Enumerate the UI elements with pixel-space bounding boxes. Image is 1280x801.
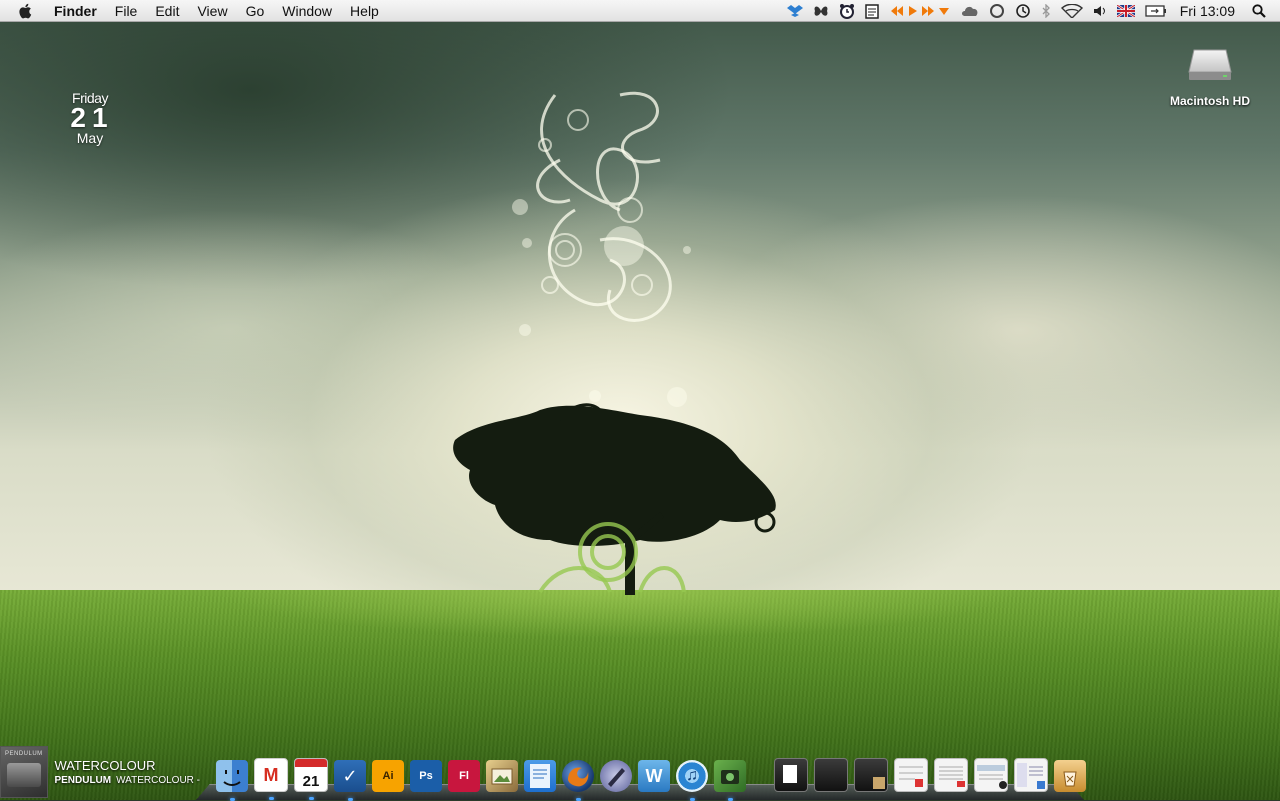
ical-glyph: 21 [302,772,320,790]
spotlight-icon[interactable] [1252,0,1266,22]
macintosh-hd-desktop-icon[interactable]: Macintosh HD [1160,46,1260,108]
dock-document-icon[interactable] [934,758,968,792]
dock-flash-icon[interactable]: Fl [448,760,480,792]
flash-glyph: Fl [459,770,469,782]
photoshop-glyph: Ps [419,770,433,782]
dock-folder-icon[interactable] [854,758,888,792]
now-playing-title: WATERCOLOUR [54,758,156,773]
status-menus: Fri 13:09 [782,0,1280,22]
itunes-glyph: ♫ [686,767,698,784]
dock-document-icon[interactable] [974,758,1008,792]
dock-todo-icon[interactable]: ✓ [334,760,366,801]
dock-folder-icon[interactable] [774,758,808,792]
menu-help[interactable]: Help [341,0,388,22]
cloud-icon[interactable] [961,0,979,22]
wifi-icon[interactable] [1060,0,1083,22]
dock-itunes-icon[interactable]: ♫ [676,760,708,801]
now-playing-subtitle: PENDULUM WATERCOLOUR - [54,775,200,786]
now-playing-text: WATERCOLOUR PENDULUM WATERCOLOUR - [54,746,200,786]
dock-gmail-icon[interactable]: M [254,758,288,800]
dock-illustrator-icon[interactable]: Ai [372,760,404,792]
menu-go[interactable]: Go [237,0,274,22]
hard-drive-icon [1188,46,1232,80]
gmail-glyph: M [263,764,279,785]
dock-finder-icon[interactable] [216,760,248,801]
desktop-wallpaper [0,0,1280,800]
now-playing-widget[interactable]: PENDULUM WATERCOLOUR PENDULUM WATERCOLOUR… [0,746,200,800]
butterfly-icon[interactable] [813,0,829,22]
notes-icon[interactable] [865,0,879,22]
battery-icon[interactable] [1145,0,1167,22]
todo-glyph: ✓ [342,765,358,786]
album-art-image [7,763,41,787]
dock-firefox-icon[interactable] [562,760,594,801]
dock-folder-icon[interactable] [814,758,848,792]
menu-window[interactable]: Window [273,0,341,22]
album-art-text: PENDULUM [5,751,43,757]
dock-document-icon[interactable] [1014,758,1048,792]
dropbox-icon[interactable] [786,0,803,22]
dock-trash-icon[interactable] [1054,760,1086,792]
dock-separator [752,760,768,792]
media-controls-icon[interactable] [889,0,951,22]
date-widget-number: 21 [70,102,114,133]
dock-icons: M 21 ✓ Ai Ps Fl W ♫ [216,752,1092,801]
dock-ical-icon[interactable]: 21 [294,758,328,800]
dock-iphoto-icon[interactable] [486,760,518,792]
tree-artwork [453,91,776,595]
date-widget: Friday 21 May [60,90,120,146]
dock-textedit-icon[interactable] [524,760,556,792]
app-menu-finder[interactable]: Finder [45,0,106,22]
dock: M 21 ✓ Ai Ps Fl W ♫ [196,752,1086,801]
now-playing-track: WATERCOLOUR - [116,775,200,786]
now-playing-artist: PENDULUM [54,775,112,786]
word-glyph: W [645,765,663,786]
macintosh-hd-label: Macintosh HD [1169,94,1250,108]
volume-icon[interactable] [1093,0,1107,22]
menu-view[interactable]: View [188,0,236,22]
illustrator-glyph: Ai [382,770,394,782]
menu-bar: Finder File Edit View Go Window Help Fri… [0,0,1280,22]
dock-image-capture-icon[interactable] [714,760,746,801]
dock-script-editor-icon[interactable] [600,760,632,792]
menu-clock[interactable]: Fri 13:09 [1180,3,1235,19]
uk-flag-icon[interactable] [1116,0,1135,22]
dock-word-icon[interactable]: W [638,760,670,792]
bluetooth-icon[interactable] [1041,0,1051,22]
menu-file[interactable]: File [106,0,147,22]
album-art: PENDULUM [0,746,49,798]
dock-document-icon[interactable] [894,758,928,792]
alarm-clock-icon[interactable] [839,0,855,22]
sync-icon[interactable] [989,0,1005,22]
menu-edit[interactable]: Edit [146,0,188,22]
dock-photoshop-icon[interactable]: Ps [410,760,442,792]
time-machine-icon[interactable] [1015,0,1031,22]
apple-menu-icon[interactable] [17,2,35,20]
